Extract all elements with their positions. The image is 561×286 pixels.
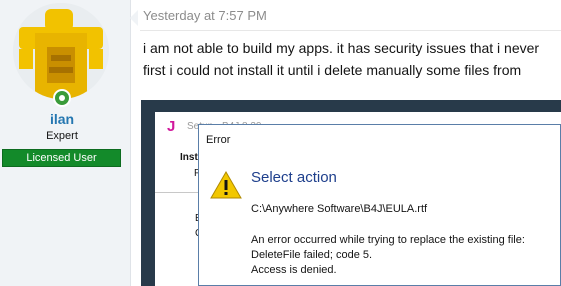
message-line-2: first i could not install it until i del… [143,62,522,78]
error-message-line-1: An error occurred while trying to replac… [251,234,525,246]
error-file-path: C:\Anywhere Software\B4J\EULA.rtf [251,203,428,215]
avatar-image [13,3,109,99]
warning-icon [210,171,242,199]
setup-heading: Inst [180,152,198,163]
avatar[interactable] [13,3,109,99]
username-link[interactable]: ilan [0,111,124,127]
error-message-line-3: Access is denied. [251,264,337,276]
b4j-setup-icon: J [167,118,176,135]
message-pointer-arrow [130,10,138,26]
error-message-line-2: DeleteFile failed; code 5. [251,249,373,261]
error-heading: Select action [251,169,337,186]
licensed-user-badge: Licensed User [2,149,121,167]
user-title: Expert [46,130,78,142]
message-divider [140,30,561,31]
error-dialog: Error Select action C:\Anywhere Software… [198,124,561,286]
error-dialog-title: Error [206,134,231,146]
message-timestamp[interactable]: Yesterday at 7:57 PM [143,8,267,23]
user-column: ilan Expert Licensed User [0,0,131,286]
online-status-icon [53,89,71,107]
message-line-1: i am not able to build my apps. it has s… [143,40,540,56]
